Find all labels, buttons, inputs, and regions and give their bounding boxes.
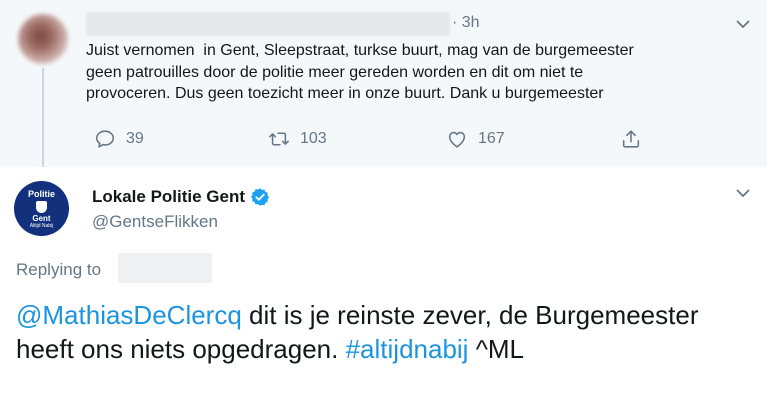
logo-text-gent: Gent: [32, 214, 51, 223]
like-button[interactable]: 167: [446, 128, 505, 150]
main-tweet[interactable]: Politie Gent Altijd Nabij Lokale Politie…: [0, 167, 767, 418]
like-icon: [448, 131, 466, 148]
retweet-icon: [269, 132, 289, 146]
replying-to-label: Replying to: [16, 260, 102, 279]
chevron-down-icon[interactable]: [736, 17, 750, 31]
display-name-text: Lokale Politie Gent: [92, 187, 246, 206]
display-name[interactable]: Lokale Politie Gent: [92, 187, 270, 207]
reply-icon: [95, 130, 115, 148]
user-handle[interactable]: @GentseFlikken: [92, 212, 218, 232]
chevron-down-icon[interactable]: [736, 186, 750, 200]
avatar[interactable]: [18, 14, 68, 64]
like-count: 167: [478, 130, 505, 147]
retweet-button[interactable]: 103: [268, 128, 327, 150]
tweet-actions: 39 103 167: [0, 128, 767, 156]
verified-icon: [250, 187, 270, 207]
share-icon: [622, 130, 640, 148]
logo-text-politie: Politie: [27, 189, 55, 199]
reply-count: 39: [126, 130, 144, 147]
tweet-text: Juist vernomen in Gent, Sleepstraat, tur…: [86, 42, 634, 102]
redacted-reply-target: [118, 253, 212, 283]
reply-button[interactable]: 39: [94, 128, 144, 150]
parent-tweet[interactable]: · 3h Juist vernomen in Gent, Sleepstraat…: [0, 0, 767, 172]
logo-text-slogan: Altijd Nabij: [29, 223, 54, 229]
hashtag-link[interactable]: #altijdnabij: [346, 334, 469, 364]
share-button[interactable]: [620, 128, 642, 150]
thread-connector-line: [42, 68, 44, 172]
mention-link[interactable]: @MathiasDeClercq: [16, 300, 242, 330]
retweet-count: 103: [300, 130, 327, 147]
tweet-signature: ^ML: [468, 334, 525, 364]
avatar[interactable]: Politie Gent Altijd Nabij: [14, 181, 69, 236]
redacted-username: [86, 12, 450, 36]
tweet-body: @MathiasDeClercq dit is je reinste zever…: [16, 298, 756, 366]
tweet-timestamp[interactable]: · 3h: [452, 14, 480, 32]
flame-emblem-icon: [36, 201, 47, 213]
